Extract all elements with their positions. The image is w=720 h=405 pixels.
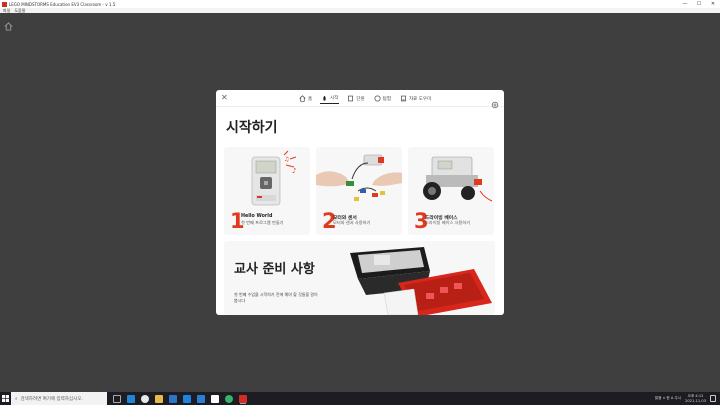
- app-icon-white[interactable]: [211, 394, 219, 403]
- card-subtitle: 드라이빙 베이스 사용하기: [425, 220, 471, 225]
- card-motors-sensors[interactable]: 2 모터와 센서 모터와 센서 사용하기: [316, 147, 402, 235]
- close-icon[interactable]: ✕: [221, 94, 228, 102]
- settings-icon[interactable]: [491, 94, 499, 109]
- card-title: Hello World: [241, 214, 273, 219]
- card-driving-base[interactable]: 3 드라이빙 베이스 드라이빙 베이스 사용하기: [408, 147, 494, 235]
- hands-sensors-illustration: [316, 154, 402, 201]
- card-subtitle: 첫 번째 프로그램 만들기: [241, 220, 284, 225]
- home-icon[interactable]: [4, 16, 13, 31]
- clock-time: 오후 4:12: [687, 394, 704, 398]
- store-icon[interactable]: [169, 394, 177, 403]
- home-icon: [299, 95, 306, 102]
- svg-text:♪: ♪: [292, 167, 296, 175]
- svg-text:♫: ♫: [284, 156, 289, 163]
- teacher-prep-card[interactable]: 교사 준비 사항 첫 번째 수업을 시작하기 전에 해야 할 것들을 알아봅시다: [224, 241, 495, 315]
- teacher-prep-description: 첫 번째 수업을 시작하기 전에 해야 할 것들을 알아봅시다: [234, 292, 318, 303]
- app-icon: [2, 1, 7, 7]
- maximize-button[interactable]: ☐: [692, 0, 706, 8]
- tab-start[interactable]: 시작: [320, 93, 340, 104]
- tab-explore[interactable]: 탐험: [373, 93, 392, 104]
- clock-date: 2021-11-03: [685, 398, 706, 403]
- tab-resources[interactable]: 자료 도우미: [399, 93, 432, 104]
- window-titlebar: LEGO MINDSTORMS Education EV3 Classroom …: [0, 0, 720, 8]
- minimize-button[interactable]: —: [678, 0, 692, 8]
- document-icon: [401, 95, 406, 102]
- tray-status[interactable]: 맑음 ∧ 한 A 주시: [655, 396, 681, 401]
- dialog-header: ✕ 홈 시작 단원 탐험 자료 도우미: [216, 90, 504, 109]
- tab-units[interactable]: 단원: [346, 93, 365, 104]
- search-icon: ⌕: [15, 396, 18, 402]
- dialog-nav: 홈 시작 단원 탐험 자료 도우미: [298, 93, 432, 104]
- tab-explore-label: 탐험: [382, 96, 391, 102]
- close-window-button[interactable]: ✕: [706, 0, 720, 8]
- taskbar: ⌕ 검색하려면 여기에 입력하십시오. 맑음 ∧ 한 A 주시 오후 4:12 …: [0, 392, 720, 405]
- card-subtitle: 모터와 센서 사용하기: [333, 220, 371, 225]
- card-hello-world[interactable]: ♪ ♫ 1 Hello World 첫 번째 프로그램 만들기: [224, 147, 310, 235]
- page-title: 시작하기: [226, 120, 278, 136]
- mail-icon[interactable]: [183, 394, 191, 403]
- notification-icon[interactable]: [710, 395, 716, 402]
- taskbar-search[interactable]: ⌕ 검색하려면 여기에 입력하십시오.: [11, 392, 107, 405]
- system-tray: 맑음 ∧ 한 A 주시 오후 4:12 2021-11-03: [655, 392, 720, 405]
- rocket-icon: [323, 95, 326, 101]
- tab-home[interactable]: 홈: [298, 93, 313, 104]
- book-icon: [348, 95, 354, 102]
- task-view-icon[interactable]: [113, 394, 121, 403]
- window-title: LEGO MINDSTORMS Education EV3 Classroom …: [9, 1, 116, 7]
- search-placeholder: 검색하려면 여기에 입력하십시오.: [20, 396, 83, 402]
- chrome-icon[interactable]: [141, 394, 149, 403]
- storage-bin-illustration: [350, 247, 492, 315]
- tab-home-label: 홈: [308, 96, 313, 102]
- edge-icon[interactable]: [127, 394, 135, 403]
- tab-resources-label: 자료 도우미: [408, 96, 432, 102]
- driving-base-robot-illustration: [423, 156, 493, 202]
- start-dialog: ✕ 홈 시작 단원 탐험 자료 도우미 시작하기 ♪ ♫ 1 Hello Wor…: [216, 90, 504, 315]
- ev3-brick-illustration: ♪ ♫: [251, 150, 296, 206]
- windows-start-button[interactable]: [0, 392, 11, 405]
- tab-start-label: 시작: [330, 96, 339, 101]
- green-app-icon[interactable]: [225, 394, 233, 403]
- compass-icon: [374, 95, 381, 102]
- file-explorer-icon[interactable]: [155, 394, 163, 403]
- clock[interactable]: 오후 4:12 2021-11-03: [685, 394, 706, 403]
- tab-units-label: 단원: [356, 96, 365, 102]
- vscode-icon[interactable]: [197, 394, 205, 403]
- ev3-classroom-taskbar-icon[interactable]: [239, 394, 247, 403]
- teacher-prep-title: 교사 준비 사항: [234, 262, 315, 277]
